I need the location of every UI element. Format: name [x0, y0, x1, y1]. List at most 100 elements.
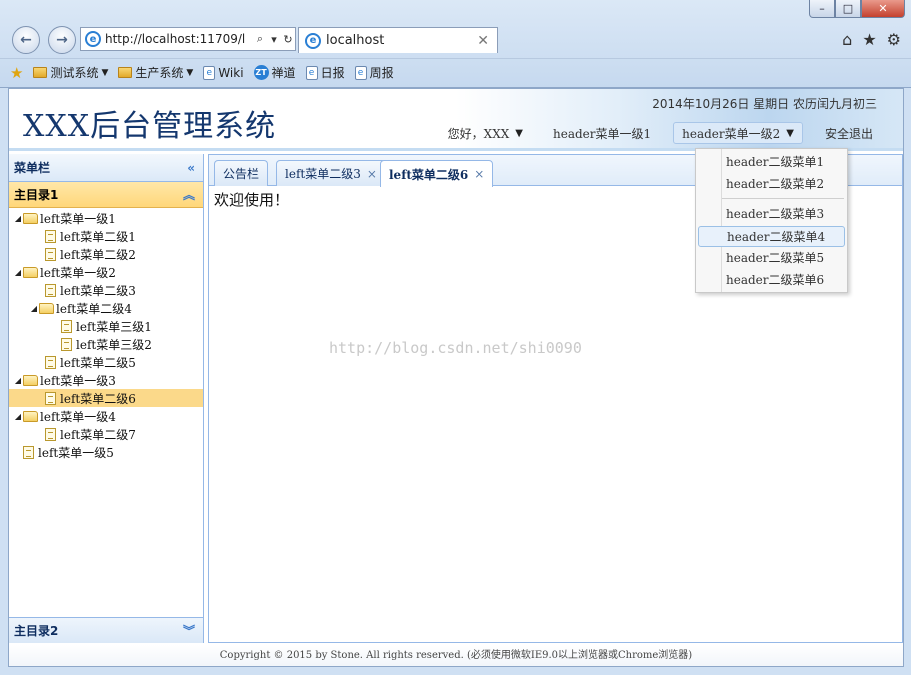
header-menu-1-label: header菜单一级1 [553, 126, 652, 141]
tree-node[interactable]: ◢ left菜单一级1 [9, 209, 203, 227]
expand-toggle-icon[interactable]: ◢ [13, 412, 23, 421]
folder-open-icon [39, 302, 54, 314]
expand-toggle-icon[interactable]: ◢ [13, 214, 23, 223]
tree-node[interactable]: left菜单二级3 [9, 281, 203, 299]
tree-node[interactable]: left菜单二级6 [9, 389, 203, 407]
header-menu-2[interactable]: header菜单一级2 ▼ [673, 122, 803, 144]
page-viewport: XXX后台管理系统 2014年10月26日 星期日 农历闰九月初三 您好，XXX… [8, 88, 904, 667]
dropdown-item[interactable]: header二级菜单4 [698, 226, 845, 247]
dropdown-item[interactable]: header二级菜单2 [698, 174, 845, 195]
folder-open-icon [23, 266, 38, 278]
favorite-item[interactable]: e 日报 [305, 64, 345, 81]
user-menu[interactable]: 您好，XXX ▼ [440, 122, 531, 144]
browser-tab[interactable]: e localhost ✕ [298, 27, 498, 53]
dropdown-icon[interactable]: ▾ [267, 33, 281, 46]
content-tab-label: 公告栏 [223, 167, 260, 181]
tree-node-label: left菜单二级5 [60, 355, 136, 370]
favorite-item[interactable]: 生产系统 ▼ [118, 64, 193, 81]
browser-tools: ⌂ ★ ⚙ [842, 30, 901, 49]
favorite-item[interactable]: e 周报 [354, 64, 394, 81]
collapse-up-icon[interactable]: ︽ [183, 186, 195, 203]
dropdown-item[interactable]: header二级菜单1 [698, 152, 845, 173]
ie-page-icon: e [203, 65, 216, 80]
add-favorite-icon[interactable]: ★ [10, 64, 23, 82]
file-icon [61, 319, 72, 333]
chevron-down-icon: ▼ [101, 67, 109, 78]
tree-node[interactable]: left菜单二级1 [9, 227, 203, 245]
chevron-down-icon: ▼ [515, 127, 523, 139]
search-icon[interactable]: ⌕ [253, 32, 267, 46]
accordion-section-2[interactable]: 主目录2 ︾ [9, 617, 203, 643]
expand-toggle-icon[interactable]: ◢ [13, 376, 23, 385]
tree-node[interactable]: left菜单二级5 [9, 353, 203, 371]
content-tab-label: left菜单二级3 [285, 167, 361, 181]
tree-node-label: left菜单一级1 [40, 211, 116, 226]
tree-node-label: left菜单二级4 [56, 301, 132, 316]
gear-icon[interactable]: ⚙ [887, 30, 901, 49]
folder-open-icon [23, 410, 38, 422]
favorite-item[interactable]: e Wiki [203, 65, 244, 80]
collapse-left-icon[interactable]: « [187, 161, 195, 175]
tree-node[interactable]: ◢ left菜单一级4 [9, 407, 203, 425]
section-2-title: 主目录2 [14, 624, 59, 638]
back-button[interactable]: ← [12, 26, 40, 54]
close-window-button[interactable]: ✕ [861, 0, 905, 18]
tree-node[interactable]: ◢ left菜单一级2 [9, 263, 203, 281]
refresh-icon[interactable]: ↻ [281, 33, 295, 46]
zentao-icon: ZT [253, 65, 269, 80]
sidebar-header: 菜单栏 « [9, 154, 203, 182]
expand-toggle-icon[interactable]: ◢ [29, 304, 39, 313]
favorite-item[interactable]: 测试系统 ▼ [33, 64, 108, 81]
file-icon [45, 247, 56, 261]
file-icon [23, 445, 34, 459]
header-menu-1[interactable]: header菜单一级1 [545, 122, 659, 144]
favorite-item[interactable]: ZT 禅道 [253, 64, 296, 81]
close-tab-icon[interactable]: × [367, 167, 377, 181]
expand-down-icon[interactable]: ︾ [183, 622, 195, 639]
dropdown-item[interactable]: header二级菜单3 [698, 204, 845, 225]
tree-node[interactable]: left菜单一级5 [9, 443, 203, 461]
content-tab[interactable]: 公告栏 [214, 160, 269, 186]
maximize-button[interactable]: □ [835, 0, 861, 18]
favorites-bar: ★ 测试系统 ▼ 生产系统 ▼ e Wiki ZT 禅道 e 日报 e 周报 [0, 58, 911, 86]
tree-node-label: left菜单二级2 [60, 247, 136, 262]
tree-node-label: left菜单三级2 [76, 337, 152, 352]
accordion-section-1[interactable]: 主目录1 ︽ [9, 182, 203, 208]
tree-node[interactable]: left菜单二级2 [9, 245, 203, 263]
file-icon [61, 337, 72, 351]
ie-icon: e [305, 32, 321, 49]
tree-node[interactable]: ◢ left菜单二级4 [9, 299, 203, 317]
forward-button[interactable]: → [48, 26, 76, 54]
back-arrow-icon: ← [20, 32, 32, 48]
file-icon [45, 283, 56, 297]
home-icon[interactable]: ⌂ [842, 30, 852, 49]
logout-label: 安全退出 [824, 126, 873, 141]
tree-node-label: left菜单一级2 [40, 265, 116, 280]
logout-button[interactable]: 安全退出 [817, 122, 881, 144]
close-tab-icon[interactable]: × [474, 167, 484, 181]
favorites-star-icon[interactable]: ★ [862, 30, 876, 49]
tree-node[interactable]: left菜单三级2 [9, 335, 203, 353]
browser-chrome: – □ ✕ ← → e http://localhost:11709/l ⌕ ▾… [0, 0, 911, 88]
app-logo: XXX后台管理系统 [23, 109, 277, 144]
favorite-label: 生产系统 [135, 66, 184, 80]
tree-node[interactable]: left菜单三级1 [9, 317, 203, 335]
content-tab[interactable]: left菜单二级6 × [380, 160, 494, 187]
menu-tree: ◢ left菜单一级1 left菜单二级1 left菜单二级2 ◢ left菜单一级2 le… [9, 208, 203, 461]
file-icon [45, 229, 56, 243]
close-tab-icon[interactable]: ✕ [477, 33, 489, 49]
minimize-button[interactable]: – [809, 0, 835, 18]
ie-page-icon: e [305, 65, 318, 80]
favorite-label: 禅道 [271, 66, 296, 80]
file-icon [45, 355, 56, 369]
tree-node[interactable]: ◢ left菜单一级3 [9, 371, 203, 389]
content-tab[interactable]: left菜单二级3 × [276, 160, 386, 186]
expand-toggle-icon[interactable]: ◢ [13, 268, 23, 277]
dropdown-item[interactable]: header二级菜单6 [698, 270, 845, 291]
footer: Copyright © 2015 by Stone. All rights re… [9, 645, 903, 666]
dropdown-item[interactable]: header二级菜单5 [698, 248, 845, 269]
address-bar[interactable]: e http://localhost:11709/l ⌕ ▾ ↻ [80, 27, 296, 51]
address-text[interactable]: http://localhost:11709/l [105, 32, 253, 46]
tree-node[interactable]: left菜单二级7 [9, 425, 203, 443]
chevron-down-icon: ▼ [786, 127, 794, 139]
